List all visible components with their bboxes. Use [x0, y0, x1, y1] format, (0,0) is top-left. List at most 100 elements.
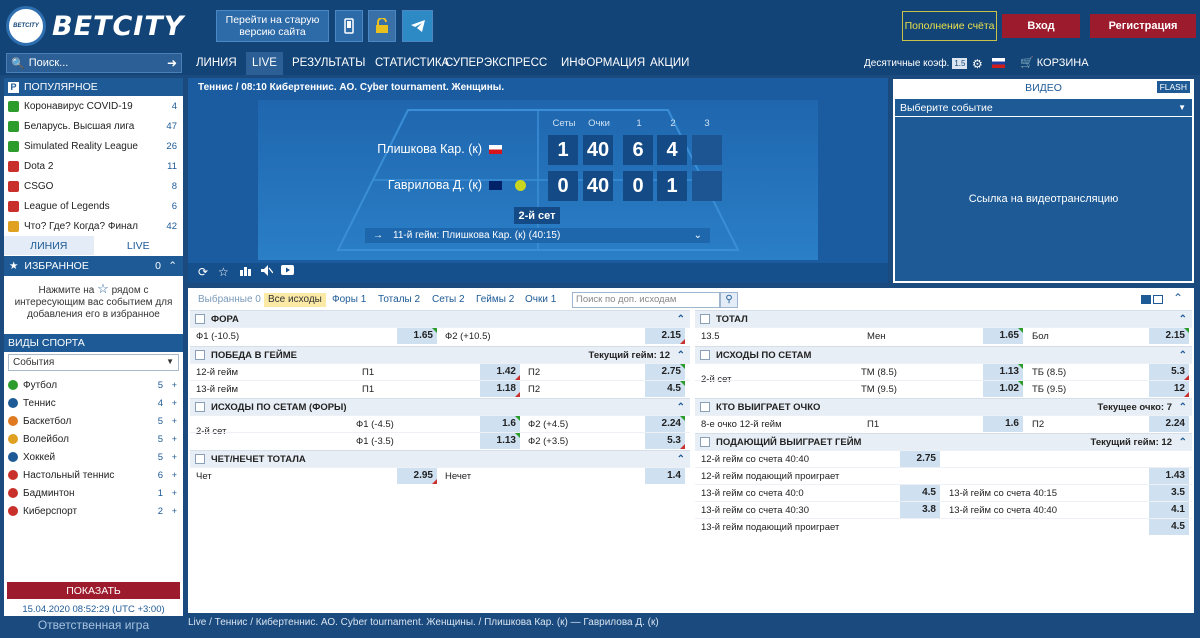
- sidebar-popular-item[interactable]: Коронавирус COVID-19 4: [4, 96, 183, 116]
- nav-results[interactable]: РЕЗУЛЬТАТЫ: [286, 52, 371, 75]
- sidebar-sport-item[interactable]: Футбол 5 +: [4, 376, 183, 394]
- market-checkbox[interactable]: [700, 350, 710, 360]
- betcity-logo[interactable]: BETCITY BETCITY: [6, 6, 206, 46]
- cart-button[interactable]: 🛒 КОРЗИНА: [1020, 52, 1089, 75]
- tab-games[interactable]: Геймы 2: [472, 293, 518, 307]
- video-stream-link[interactable]: Ссылка на видеотрансляцию: [895, 117, 1192, 281]
- mobile-icon[interactable]: [335, 10, 363, 42]
- sidebar-popular-item[interactable]: League of Legends 6: [4, 196, 183, 216]
- register-button[interactable]: Регистрация: [1090, 14, 1196, 38]
- mute-icon[interactable]: [261, 265, 274, 279]
- odds-button[interactable]: 1.02: [983, 381, 1023, 397]
- odds-button[interactable]: 1.6: [480, 416, 520, 432]
- collapse-all-icon[interactable]: ⌃: [1173, 291, 1183, 305]
- search-icon[interactable]: ⚲: [720, 292, 738, 308]
- market-checkbox[interactable]: [195, 350, 205, 360]
- odds-button[interactable]: 4.5: [645, 381, 685, 397]
- responsible-gaming-link[interactable]: Ответственная игра: [4, 618, 183, 632]
- video-play-icon[interactable]: [281, 265, 294, 279]
- tab-line[interactable]: ЛИНИЯ: [4, 236, 94, 255]
- chevron-up-icon[interactable]: ⌃: [1179, 350, 1187, 361]
- odds-button[interactable]: 1.42: [480, 364, 520, 380]
- sidebar-popular-item[interactable]: Что? Где? Когда? Финал 42: [4, 216, 183, 236]
- sidebar-sport-item[interactable]: Волейбол 5 +: [4, 430, 183, 448]
- market-header[interactable]: ЧЕТ/НЕЧЕТ ТОТАЛА ⌃: [190, 451, 690, 467]
- flash-badge[interactable]: FLASH: [1156, 81, 1190, 93]
- chevron-up-icon[interactable]: ⌃: [677, 314, 685, 325]
- market-header[interactable]: ФОРА ⌃: [190, 311, 690, 327]
- topup-button[interactable]: Пополнение счёта: [902, 11, 997, 41]
- nav-live[interactable]: LIVE: [246, 52, 283, 75]
- view-two-columns-icon[interactable]: [1141, 295, 1151, 304]
- lock-icon[interactable]: [368, 10, 396, 42]
- odds-button[interactable]: 12: [1149, 381, 1189, 397]
- tab-handicaps[interactable]: Форы 1: [328, 293, 370, 307]
- markets-search-input[interactable]: Поиск по доп. исходам: [572, 292, 720, 308]
- odds-button[interactable]: 1.18: [480, 381, 520, 397]
- odds-format-selector[interactable]: Десятичные коэф. 1.5: [864, 52, 968, 75]
- odds-button[interactable]: 5.3: [645, 433, 685, 449]
- tab-points[interactable]: Очки 1: [521, 293, 560, 307]
- gear-icon[interactable]: ⚙: [972, 57, 983, 71]
- sports-header[interactable]: ВИДЫ СПОРТА: [4, 334, 183, 352]
- refresh-icon[interactable]: ⟳: [198, 265, 208, 279]
- plus-icon[interactable]: +: [172, 398, 177, 408]
- stats-icon[interactable]: [240, 265, 252, 279]
- search-submit-icon[interactable]: ➜: [167, 56, 177, 70]
- sports-filter-select[interactable]: События ▼: [8, 354, 179, 371]
- odds-button[interactable]: 2.75: [645, 364, 685, 380]
- favorites-header[interactable]: ★ ИЗБРАННОЕ 0 ⌃: [4, 256, 183, 276]
- odds-button[interactable]: 1.4: [645, 468, 685, 484]
- market-checkbox[interactable]: [195, 454, 205, 464]
- sidebar-popular-item[interactable]: Simulated Reality League 26: [4, 136, 183, 156]
- chevron-up-icon[interactable]: ⌃: [1179, 314, 1187, 325]
- chevron-up-icon[interactable]: ⌃: [677, 454, 685, 465]
- star-outline-icon[interactable]: ☆: [218, 265, 229, 279]
- market-header[interactable]: ИСХОДЫ ПО СЕТАМ ⌃: [695, 347, 1192, 363]
- plus-icon[interactable]: +: [172, 488, 177, 498]
- odds-button[interactable]: 1.13: [480, 433, 520, 449]
- odds-button[interactable]: 2.75: [900, 451, 940, 467]
- sidebar-popular-item[interactable]: Беларусь. Высшая лига 47: [4, 116, 183, 136]
- login-button[interactable]: Вход: [1002, 14, 1080, 38]
- market-checkbox[interactable]: [700, 314, 710, 324]
- current-game-dropdown[interactable]: → 11-й гейм: Плишкова Кар. (к) (40:15) ⌄: [365, 228, 710, 243]
- odds-button[interactable]: 2.15: [1149, 328, 1189, 344]
- market-header[interactable]: ПОДАЮЩИЙ ВЫИГРАЕТ ГЕЙМ Текущий гейм: 12 ⌃: [695, 434, 1192, 450]
- tab-sets[interactable]: Сеты 2: [428, 293, 469, 307]
- odds-button[interactable]: 3.8: [900, 502, 940, 518]
- telegram-icon[interactable]: [402, 10, 433, 42]
- chevron-up-icon[interactable]: ⌃: [677, 402, 685, 413]
- odds-button[interactable]: 2.15: [645, 328, 685, 344]
- market-header[interactable]: ПОБЕДА В ГЕЙМЕ Текущий гейм: 12 ⌃: [190, 347, 690, 363]
- nav-info[interactable]: ИНФОРМАЦИЯ: [555, 52, 651, 75]
- sidebar-popular-item[interactable]: Dota 2 11: [4, 156, 183, 176]
- odds-button[interactable]: 5.3: [1149, 364, 1189, 380]
- show-button[interactable]: ПОКАЗАТЬ: [7, 582, 180, 599]
- chevron-up-icon[interactable]: ⌃: [1179, 402, 1187, 413]
- odds-button[interactable]: 2.95: [397, 468, 437, 484]
- view-one-column-icon[interactable]: [1153, 295, 1163, 304]
- sidebar-sport-item[interactable]: Теннис 4 +: [4, 394, 183, 412]
- market-checkbox[interactable]: [195, 314, 205, 324]
- plus-icon[interactable]: +: [172, 416, 177, 426]
- video-event-select[interactable]: Выберите событие ▼: [895, 99, 1192, 116]
- tab-all[interactable]: Все исходы: [264, 293, 326, 307]
- market-header[interactable]: КТО ВЫИГРАЕТ ОЧКО Текущее очко: 7 ⌃: [695, 399, 1192, 415]
- plus-icon[interactable]: +: [172, 380, 177, 390]
- tab-video[interactable]: ВИДЕО: [893, 79, 1194, 97]
- sidebar-sport-item[interactable]: Хоккей 5 +: [4, 448, 183, 466]
- odds-button[interactable]: 4.1: [1149, 502, 1189, 518]
- market-header[interactable]: ТОТАЛ ⌃: [695, 311, 1192, 327]
- popular-header[interactable]: P ПОПУЛЯРНОЕ: [4, 78, 183, 96]
- plus-icon[interactable]: +: [172, 452, 177, 462]
- odds-button[interactable]: 1.43: [1149, 468, 1189, 484]
- sidebar-sport-item[interactable]: Бадминтон 1 +: [4, 484, 183, 502]
- odds-button[interactable]: 3.5: [1149, 485, 1189, 501]
- tab-selected[interactable]: Выбранные 0: [194, 293, 265, 307]
- odds-button[interactable]: 1.65: [983, 328, 1023, 344]
- market-checkbox[interactable]: [700, 402, 710, 412]
- sidebar-popular-item[interactable]: CSGO 8: [4, 176, 183, 196]
- odds-button[interactable]: 2.24: [645, 416, 685, 432]
- plus-icon[interactable]: +: [172, 434, 177, 444]
